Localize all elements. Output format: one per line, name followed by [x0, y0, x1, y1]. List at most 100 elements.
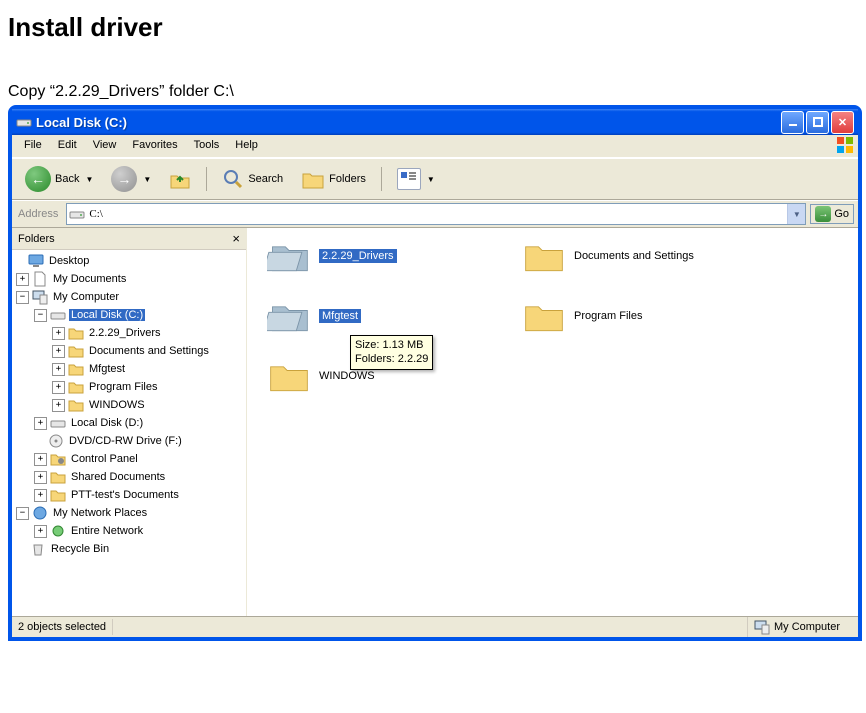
chevron-down-icon[interactable]: ▼	[85, 175, 93, 184]
titlebar[interactable]: Local Disk (C:) ✕	[12, 109, 858, 135]
folder-icon	[50, 469, 66, 485]
address-input-wrap[interactable]: ▼	[66, 203, 806, 225]
address-dropdown[interactable]: ▼	[787, 204, 805, 224]
tree-mydocuments[interactable]: +My Documents	[14, 270, 244, 288]
collapse-icon[interactable]: −	[16, 291, 29, 304]
expand-icon[interactable]: +	[34, 525, 47, 538]
folder-icon	[50, 487, 66, 503]
network-icon	[32, 505, 48, 521]
explorer-window: Local Disk (C:) ✕ File Edit View Favorit…	[8, 105, 862, 641]
expand-icon[interactable]: +	[16, 273, 29, 286]
status-text: 2 objects selected	[12, 619, 113, 635]
tree-desktop[interactable]: Desktop	[14, 252, 244, 270]
tree-label: Documents and Settings	[87, 345, 211, 357]
windows-logo-icon	[834, 135, 856, 155]
tree-docs-settings-folder[interactable]: + Documents and Settings	[14, 342, 244, 360]
toolbar-separator	[206, 167, 207, 191]
go-button[interactable]: → Go	[810, 204, 854, 224]
content-pane[interactable]: 2.2.29_Drivers Documents and Settings Mf…	[247, 228, 858, 616]
menu-view[interactable]: View	[85, 137, 125, 157]
tooltip-line: Size: 1.13 MB	[355, 338, 428, 352]
back-button[interactable]: ← Back ▼	[18, 163, 100, 195]
folder-icon	[68, 397, 84, 413]
folder-item-mfgtest[interactable]: Mfgtest	[267, 294, 361, 338]
views-button[interactable]: ▼	[390, 165, 442, 193]
status-bar: 2 objects selected My Computer	[12, 616, 858, 637]
folder-label: Program Files	[574, 310, 642, 322]
tree-local-disk-d[interactable]: +Local Disk (D:)	[14, 414, 244, 432]
expand-icon[interactable]: +	[34, 453, 47, 466]
tree-windows-folder[interactable]: + WINDOWS	[14, 396, 244, 414]
folder-icon	[68, 379, 84, 395]
tree-label: WINDOWS	[87, 399, 147, 411]
chevron-down-icon[interactable]: ▼	[427, 175, 435, 184]
menu-tools[interactable]: Tools	[186, 137, 228, 157]
maximize-button[interactable]	[806, 111, 829, 134]
folder-tree[interactable]: Desktop +My Documents −My Computer −Loca…	[12, 250, 246, 616]
drive-icon	[69, 206, 85, 222]
folder-item-program-files[interactable]: Program Files	[522, 294, 642, 338]
folder-label: Documents and Settings	[574, 250, 694, 262]
network-icon	[50, 523, 66, 539]
desktop-icon	[28, 253, 44, 269]
folder-item-docs-settings[interactable]: Documents and Settings	[522, 234, 694, 278]
expand-icon[interactable]: +	[52, 381, 65, 394]
drive-icon	[16, 114, 32, 130]
tree-label: Recycle Bin	[49, 543, 111, 555]
tree-mfgtest-folder[interactable]: +Mfgtest	[14, 360, 244, 378]
folder-icon	[522, 234, 566, 278]
tree-ptt-documents[interactable]: +PTT-test's Documents	[14, 486, 244, 504]
search-icon	[222, 168, 244, 190]
tooltip-line: Folders: 2.2.29	[355, 352, 428, 366]
menu-help[interactable]: Help	[227, 137, 266, 157]
collapse-icon[interactable]: −	[16, 507, 29, 520]
folder-open-icon	[267, 234, 311, 278]
window-body: Folders × Desktop +My Documents −My Comp…	[12, 228, 858, 616]
collapse-icon[interactable]: −	[34, 309, 47, 322]
expand-icon[interactable]: +	[34, 417, 47, 430]
tree-label: 2.2.29_Drivers	[87, 327, 163, 339]
tree-program-files-folder[interactable]: +Program Files	[14, 378, 244, 396]
expand-icon[interactable]: +	[52, 363, 65, 376]
folder-item-drivers[interactable]: 2.2.29_Drivers	[267, 234, 397, 278]
close-button[interactable]: ✕	[831, 111, 854, 134]
expand-icon[interactable]: +	[34, 471, 47, 484]
folder-open-icon	[267, 294, 311, 338]
tree-local-disk-c[interactable]: −Local Disk (C:)	[14, 306, 244, 324]
folder-up-icon	[169, 168, 191, 190]
folder-icon	[68, 343, 84, 359]
tree-entire-network[interactable]: + Entire Network	[14, 522, 244, 540]
folder-icon	[68, 325, 84, 341]
expand-icon[interactable]: +	[52, 399, 65, 412]
tree-label: Shared Documents	[69, 471, 167, 483]
tree-dvd-drive[interactable]: DVD/CD-RW Drive (F:)	[14, 432, 244, 450]
menu-favorites[interactable]: Favorites	[124, 137, 185, 157]
tree-control-panel[interactable]: +Control Panel	[14, 450, 244, 468]
search-button[interactable]: Search	[215, 165, 290, 193]
up-button[interactable]	[162, 165, 198, 193]
menu-file[interactable]: File	[16, 137, 50, 157]
close-icon[interactable]: ×	[232, 231, 240, 246]
tree-recycle-bin[interactable]: Recycle Bin	[14, 540, 244, 558]
expand-icon[interactable]: +	[52, 327, 65, 340]
tree-label: Entire Network	[69, 525, 145, 537]
tree-shared-documents[interactable]: + Shared Documents	[14, 468, 244, 486]
menu-edit[interactable]: Edit	[50, 137, 85, 157]
tree-drivers-folder[interactable]: +2.2.29_Drivers	[14, 324, 244, 342]
views-icon	[397, 168, 421, 190]
toolbar-separator	[381, 167, 382, 191]
toolbar: ← Back ▼ → ▼ Search Folders ▼	[12, 158, 858, 200]
tree-label: My Network Places	[51, 507, 149, 519]
expand-icon[interactable]: +	[34, 489, 47, 502]
expand-icon[interactable]: +	[52, 345, 65, 358]
minimize-button[interactable]	[781, 111, 804, 134]
status-zone-label: My Computer	[774, 621, 840, 633]
tree-network-places[interactable]: − My Network Places	[14, 504, 244, 522]
folders-button[interactable]: Folders	[294, 165, 373, 193]
address-input[interactable]	[85, 207, 787, 221]
tree-mycomputer[interactable]: −My Computer	[14, 288, 244, 306]
tree-label: Desktop	[47, 255, 91, 267]
forward-button[interactable]: → ▼	[104, 163, 158, 195]
chevron-down-icon[interactable]: ▼	[143, 175, 151, 184]
folder-label: WINDOWS	[319, 370, 375, 382]
